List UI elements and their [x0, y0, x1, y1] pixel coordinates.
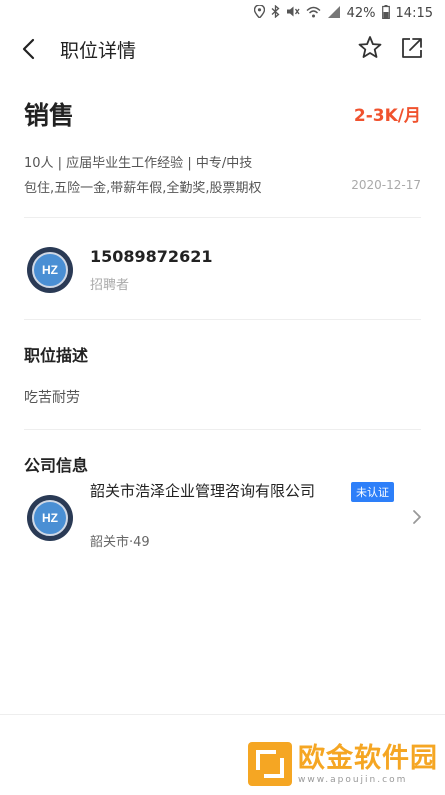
watermark-logo-icon [248, 742, 292, 786]
description-heading: 职位描述 [24, 346, 89, 365]
wifi-icon [306, 6, 321, 21]
watermark-title: 欧金软件园 [298, 742, 438, 774]
watermark-url: www.apoujin.com [298, 774, 408, 785]
watermark: 欧金软件园 www.apoujin.com [248, 742, 438, 786]
mute-icon [286, 5, 300, 21]
back-arrow-icon[interactable] [14, 34, 44, 64]
job-benefits: 包住,五险一金,带薪年假,全勤奖,股票期权 [24, 181, 262, 196]
salary: 2-3K/月 [353, 106, 421, 126]
company-card[interactable]: HZ 韶关市浩泽企业管理咨询有限公司 未认证 韶关市·49 [0, 478, 445, 558]
battery-icon [381, 4, 390, 22]
unverified-badge: 未认证 [351, 482, 394, 502]
status-bar: 42% 14:15 [0, 0, 445, 26]
signal-icon [327, 5, 341, 21]
nav-bar: 职位详情 [0, 26, 445, 72]
page-title: 职位详情 [60, 40, 137, 62]
company-location: 韶关市·49 [90, 535, 150, 550]
chevron-right-icon [408, 506, 426, 528]
company-heading: 公司信息 [24, 456, 89, 475]
bottom-divider [0, 714, 445, 715]
location-icon [253, 4, 265, 21]
job-title: 销售 [24, 101, 75, 130]
company-logo-text: HZ [32, 500, 68, 536]
share-icon[interactable] [398, 34, 426, 62]
description-text: 吃苦耐劳 [24, 390, 80, 406]
recruiter-role: 招聘者 [90, 278, 130, 293]
star-icon[interactable] [356, 34, 384, 62]
company-name: 韶关市浩泽企业管理咨询有限公司 [90, 482, 316, 500]
battery-percent: 42% [346, 5, 376, 21]
divider [24, 429, 421, 430]
post-date: 2020-12-17 [351, 178, 421, 192]
recruiter-avatar-text: HZ [32, 252, 68, 288]
job-requirements: 10人 | 应届毕业生工作经验 | 中专/中技 [24, 156, 253, 171]
divider [24, 319, 421, 320]
bluetooth-icon [271, 4, 280, 21]
clock: 14:15 [395, 5, 433, 21]
recruiter-name: 15089872621 [90, 247, 213, 266]
divider [24, 217, 421, 218]
company-logo: HZ [27, 495, 73, 541]
recruiter-avatar[interactable]: HZ [27, 247, 73, 293]
